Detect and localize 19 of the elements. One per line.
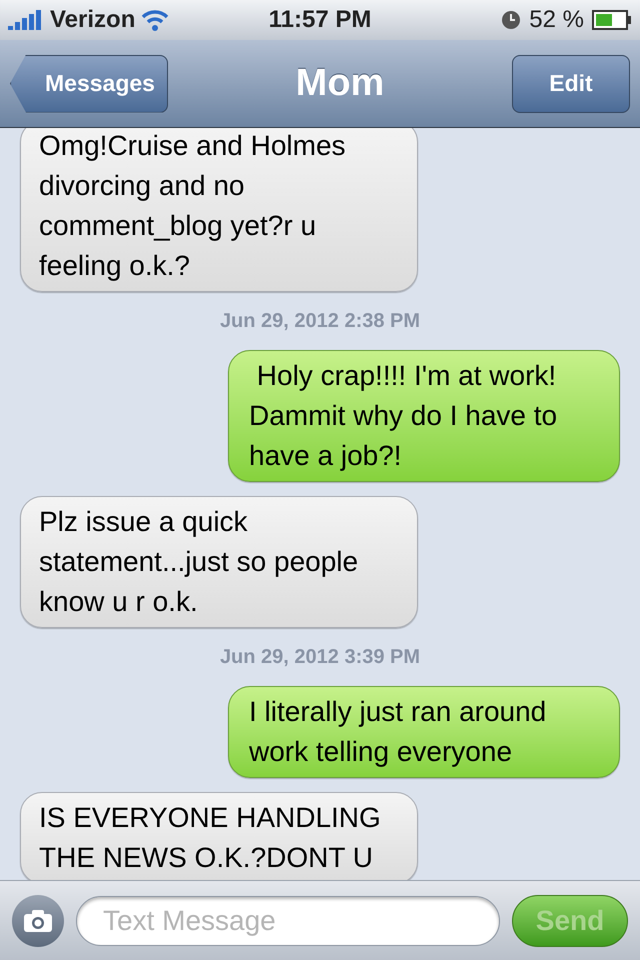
battery-percent: 52 % [529,5,584,35]
camera-button[interactable] [12,894,64,946]
signal-icon [8,10,44,30]
sent-message-bubble: Holy crap!!!! I'm at work! Dammit why do I have to have a job?! [228,350,620,482]
battery-icon [592,10,632,30]
camera-icon [23,908,53,932]
timestamp: Jun 29, 2012 3:39 PM [220,645,420,670]
received-message-bubble: IS EVERYONE HANDLING THE NEWS O.K.?DONT U [20,792,418,880]
alarm-clock-icon [501,10,522,30]
sent-message-bubble: I literally just ran around work telling everyone [228,686,620,778]
received-message-bubble: Plz issue a quick statement...just so people know u r o.k. [20,496,418,628]
timestamp: Jun 29, 2012 2:38 PM [220,309,420,334]
edit-button[interactable]: Edit [512,54,630,112]
wifi-icon [141,9,170,31]
carrier-name: Verizon [50,5,136,35]
received-message-bubble: Omg!Cruise and Holmes divorcing and no comment_blog yet?r u feeling o.k.? [20,128,418,292]
conversation-title: Mom [296,61,384,106]
back-button[interactable]: Messages [10,54,168,112]
clock-time: 11:57 PM [268,5,372,35]
